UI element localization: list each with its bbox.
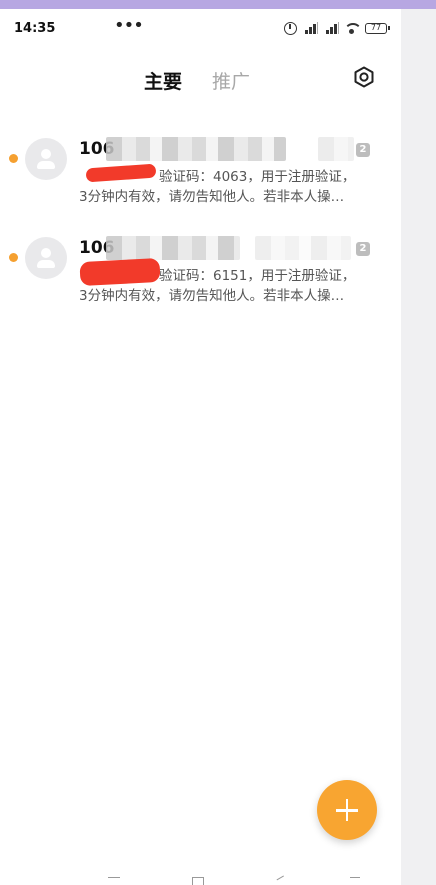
preview-line-2: 3分钟内有效，请勿告知他人。若非本人操… [79,288,345,304]
message-count-badge: 2 [356,143,370,157]
home-nav-icon[interactable] [192,877,204,885]
accessibility-nav-icon[interactable] [350,877,360,885]
tab-main[interactable]: 主要 [144,67,182,94]
signal-icon [323,22,339,34]
menu-nav-icon[interactable] [108,877,120,885]
blurred-sender [106,137,286,161]
settings-icon[interactable] [353,66,375,88]
alarm-icon [284,21,297,35]
blurred-sender-tail [318,137,354,161]
signal-icon [302,22,318,34]
status-icons: 77 [284,21,390,35]
system-nav-bar [0,875,401,885]
preview-line-2: 3分钟内有效，请勿告知他人。若非本人操… [79,189,345,205]
contact-placeholder-icon [41,248,51,258]
back-nav-icon[interactable] [276,875,288,885]
contact-placeholder-icon [41,149,51,159]
avatar [25,237,67,279]
tab-promotions[interactable]: 推广 [212,67,250,94]
blurred-sender-tail [255,236,351,260]
wifi-icon [344,22,360,34]
battery-icon: 77 [365,22,390,34]
status-bar: 14:35 ••• 77 [0,9,401,49]
status-time: 14:35 [14,21,56,36]
new-message-button[interactable] [317,780,377,840]
conversation-item[interactable]: 106 2 验证码：6151，用于注册验证， 3分钟内有效，请勿告知他人。若非本… [0,218,401,317]
message-count-badge: 2 [356,242,370,256]
avatar [25,138,67,180]
redaction-mark [79,257,161,287]
top-strip [0,0,436,9]
right-gutter [401,9,436,885]
conversation-item[interactable]: 106 2 验证码：4063，用于注册验证， 3分钟内有效，请勿告知他人。若非本… [0,119,401,218]
header-tabs: 主要 推广 [0,57,401,101]
phone-screen: 14:35 ••• 77 主要 推广 106 2 验证码：4063，用于注册验证… [0,9,401,885]
unread-dot [9,154,18,163]
message-list: 106 2 验证码：4063，用于注册验证， 3分钟内有效，请勿告知他人。若非本… [0,119,401,317]
blurred-sender [106,236,240,260]
unread-dot [9,253,18,262]
notification-more-icon: ••• [114,15,144,36]
